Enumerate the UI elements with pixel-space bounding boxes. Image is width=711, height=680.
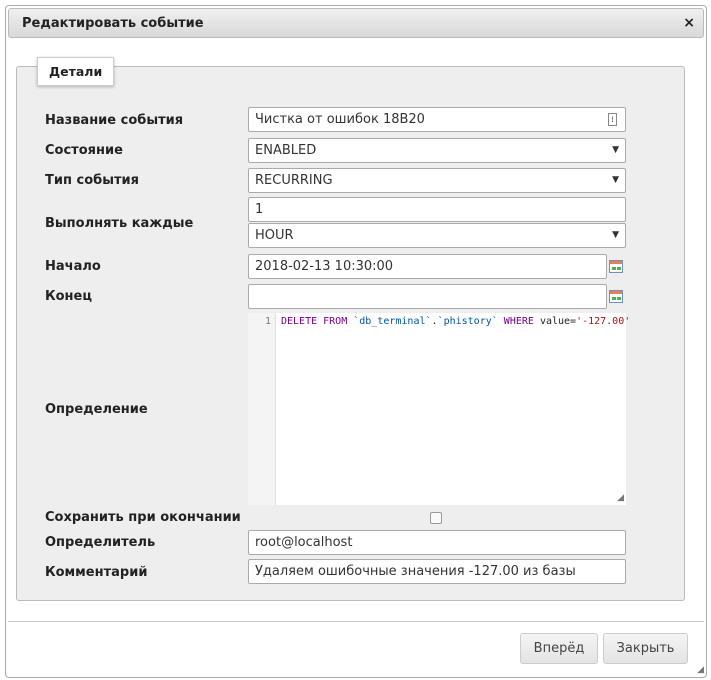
tab-details[interactable]: Детали: [37, 57, 115, 86]
calendar-icon[interactable]: [609, 290, 623, 303]
start-label: Начало: [45, 259, 101, 274]
definer-input[interactable]: root@localhost: [248, 530, 626, 555]
code-identifier: `phistory`: [437, 316, 498, 327]
interval-unit-select[interactable]: HOUR: [248, 223, 626, 248]
code-identifier: `db_terminal`: [353, 316, 432, 327]
event-name-label: Название события: [45, 113, 184, 128]
code-string: '-127.00': [576, 316, 631, 327]
dialog-title: Редактировать событие: [22, 16, 204, 31]
close-button[interactable]: Закрыть: [603, 633, 688, 664]
code-line: DELETE FROM `db_terminal`.`phistory` WHE…: [281, 316, 630, 327]
end-label: Конец: [45, 289, 92, 304]
end-input[interactable]: [248, 284, 607, 309]
go-button[interactable]: Вперёд: [520, 633, 598, 664]
dialog-titlebar[interactable]: Редактировать событие ×: [8, 8, 704, 38]
event-name-value: Чистка от ошибок 18B20: [255, 112, 425, 127]
preserve-label: Сохранить при окончании: [45, 510, 241, 525]
text-expand-icon[interactable]: ⁞: [608, 113, 617, 126]
preserve-checkbox[interactable]: [430, 512, 442, 524]
definer-label: Определитель: [45, 535, 156, 550]
definition-code-editor[interactable]: 1 DELETE FROM `db_terminal`.`phistory` W…: [248, 313, 630, 505]
comment-label: Комментарий: [45, 565, 148, 580]
resize-grip-icon[interactable]: ◢: [617, 493, 624, 503]
close-icon[interactable]: ×: [683, 15, 695, 31]
footer-divider: [8, 621, 704, 622]
event-type-label: Тип события: [45, 173, 139, 188]
interval-value-input[interactable]: 1: [248, 197, 626, 222]
code-column: value=: [539, 316, 577, 327]
comment-input[interactable]: Удаляем ошибочные значения -127.00 из ба…: [248, 559, 626, 584]
event-type-select[interactable]: RECURRING: [248, 168, 626, 193]
definition-label: Определение: [45, 402, 148, 417]
line-number: 1: [248, 313, 276, 505]
start-input[interactable]: 2018-02-13 10:30:00: [248, 254, 607, 279]
code-keyword: WHERE: [497, 316, 540, 327]
state-label: Состояние: [45, 143, 123, 158]
resize-grip-icon[interactable]: ◢: [697, 665, 704, 675]
event-name-input[interactable]: Чистка от ошибок 18B20 ⁞: [248, 107, 626, 132]
state-select[interactable]: ENABLED: [248, 138, 626, 163]
interval-label: Выполнять каждые: [45, 216, 194, 231]
calendar-icon[interactable]: [609, 260, 623, 273]
code-keyword: DELETE FROM: [281, 316, 354, 327]
